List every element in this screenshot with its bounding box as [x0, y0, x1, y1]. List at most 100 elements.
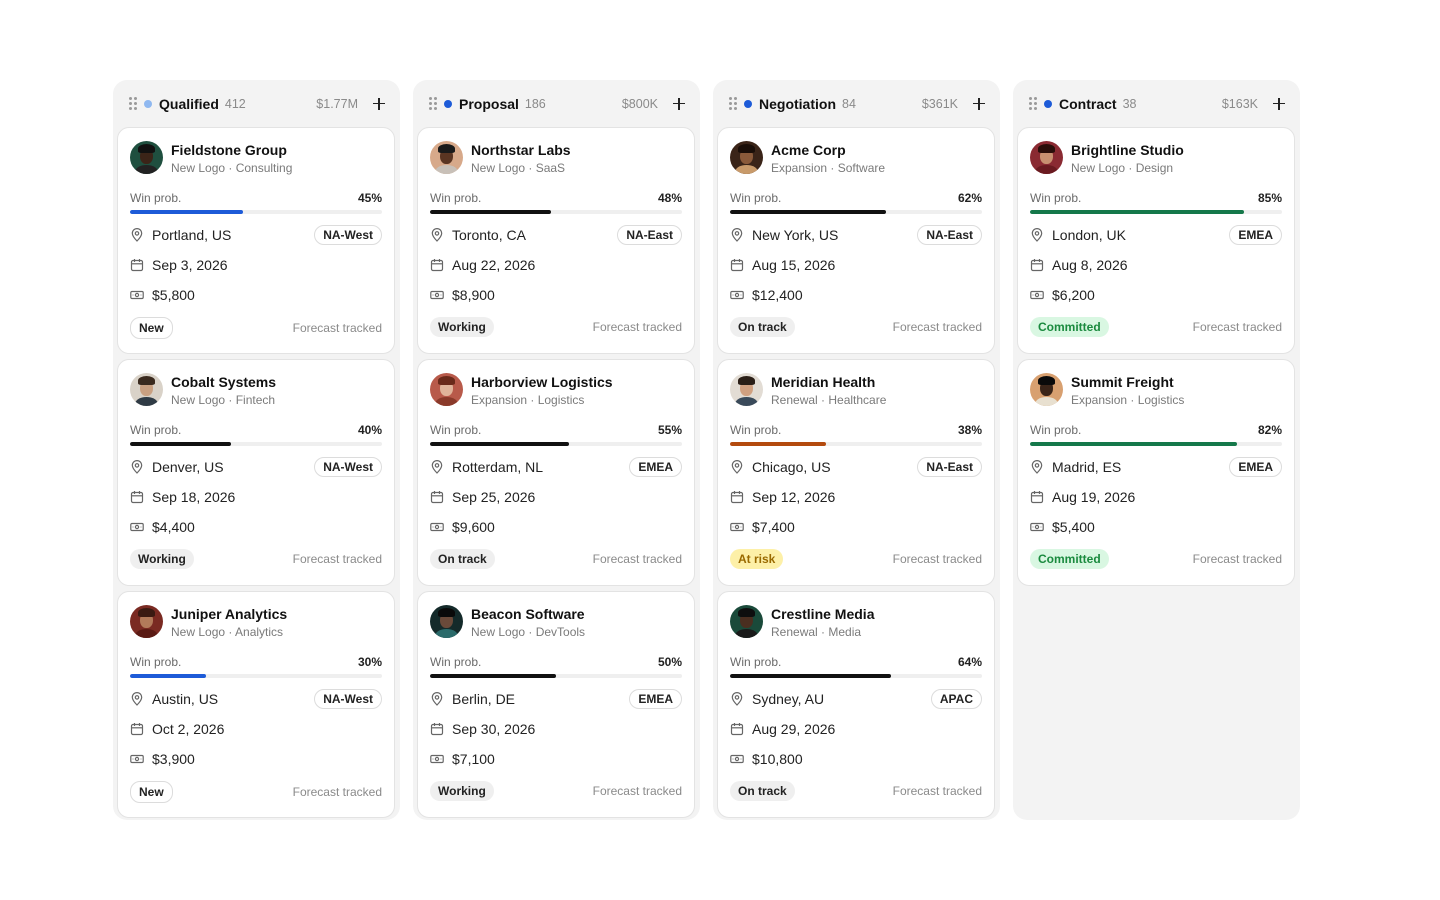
card-footer: Committed Forecast tracked	[1030, 317, 1282, 337]
status-badge: Committed	[1030, 549, 1109, 569]
card-header: Acme Corp Expansion · Software	[730, 141, 982, 186]
column-title: Negotiation	[759, 95, 836, 112]
close-date-text: Sep 18, 2026	[152, 489, 236, 505]
add-deal-button[interactable]	[1272, 97, 1286, 111]
add-deal-button[interactable]	[972, 97, 986, 111]
card-footer: On track Forecast tracked	[730, 781, 982, 801]
deal-card[interactable]: Juniper Analytics New Logo · Analytics W…	[117, 591, 395, 818]
location-row: Rotterdam, NL EMEA	[430, 452, 682, 482]
status-badge: Working	[430, 317, 494, 337]
win-prob-bar	[1030, 210, 1282, 214]
drag-handle-icon[interactable]	[429, 97, 437, 110]
win-prob-row: Win prob. 62%	[730, 190, 982, 206]
company-name: Fieldstone Group	[171, 142, 287, 158]
close-date-text: Aug 29, 2026	[752, 721, 836, 737]
location-row: Berlin, DE EMEA	[430, 684, 682, 714]
column-total: $800K	[621, 96, 658, 111]
close-date-row: Sep 25, 2026	[430, 482, 682, 512]
win-prob-value: 85%	[1257, 191, 1282, 205]
win-prob-fill	[130, 442, 231, 446]
win-prob-row: Win prob. 85%	[1030, 190, 1282, 206]
win-prob-label: Win prob.	[130, 423, 182, 437]
deal-card[interactable]: Cobalt Systems New Logo · Fintech Win pr…	[117, 359, 395, 586]
deal-card[interactable]: Meridian Health Renewal · Healthcare Win…	[717, 359, 995, 586]
pipeline-column: Negotiation 84 $361K Acme Corp Expansion…	[713, 80, 1000, 820]
amount-row: $3,900	[130, 744, 382, 774]
close-date-text: Sep 12, 2026	[752, 489, 836, 505]
card-footer: Committed Forecast tracked	[1030, 549, 1282, 569]
deal-type: New Logo · Fintech	[171, 393, 276, 407]
location-text: Toronto, CA	[452, 227, 526, 243]
add-deal-button[interactable]	[372, 97, 386, 111]
location-text: Rotterdam, NL	[452, 459, 544, 475]
banknote-icon	[730, 752, 744, 766]
win-prob-bar	[1030, 442, 1282, 446]
forecast-label: Forecast tracked	[592, 552, 682, 566]
win-prob-fill	[730, 674, 892, 678]
forecast-label: Forecast tracked	[292, 321, 382, 335]
deal-type: Expansion · Software	[771, 161, 886, 175]
add-deal-button[interactable]	[672, 97, 686, 111]
banknote-icon	[130, 520, 144, 534]
win-prob-row: Win prob. 38%	[730, 422, 982, 438]
forecast-label: Forecast tracked	[892, 320, 982, 334]
location-row: Sydney, AU APAC	[730, 684, 982, 714]
close-date-row: Aug 8, 2026	[1030, 250, 1282, 280]
column-total: $361K	[921, 96, 958, 111]
drag-handle-icon[interactable]	[129, 97, 137, 110]
region-badge: APAC	[930, 689, 982, 709]
win-prob-row: Win prob. 50%	[430, 654, 682, 670]
region-badge: NA-West	[314, 457, 382, 477]
win-prob-fill	[730, 442, 826, 446]
deal-card[interactable]: Acme Corp Expansion · Software Win prob.…	[717, 127, 995, 354]
win-prob-label: Win prob.	[430, 655, 482, 669]
win-prob-value: 40%	[357, 423, 382, 437]
forecast-label: Forecast tracked	[592, 784, 682, 798]
drag-handle-icon[interactable]	[1029, 97, 1037, 110]
pipeline-column: Proposal 186 $800K Northstar Labs New Lo…	[413, 80, 700, 820]
amount-text: $4,400	[152, 519, 195, 535]
deal-card[interactable]: Northstar Labs New Logo · SaaS Win prob.…	[417, 127, 695, 354]
win-prob-label: Win prob.	[1030, 423, 1082, 437]
map-pin-icon	[1030, 460, 1044, 474]
deal-card[interactable]: Beacon Software New Logo · DevTools Win …	[417, 591, 695, 818]
card-header: Brightline Studio New Logo · Design	[1030, 141, 1282, 186]
deal-card[interactable]: Summit Freight Expansion · Logistics Win…	[1017, 359, 1295, 586]
drag-handle-icon[interactable]	[729, 97, 737, 110]
card-footer: Working Forecast tracked	[430, 781, 682, 801]
deal-card[interactable]: Harborview Logistics Expansion · Logisti…	[417, 359, 695, 586]
card-header: Juniper Analytics New Logo · Analytics	[130, 605, 382, 650]
deal-card[interactable]: Fieldstone Group New Logo · Consulting W…	[117, 127, 395, 354]
close-date-row: Sep 12, 2026	[730, 482, 982, 512]
forecast-label: Forecast tracked	[892, 784, 982, 798]
win-prob-value: 38%	[957, 423, 982, 437]
amount-text: $7,400	[752, 519, 795, 535]
win-prob-bar	[730, 210, 982, 214]
deal-type: New Logo · DevTools	[471, 625, 586, 639]
win-prob-label: Win prob.	[130, 191, 182, 205]
amount-text: $3,900	[152, 751, 195, 767]
card-list: Acme Corp Expansion · Software Win prob.…	[717, 127, 996, 818]
card-header: Crestline Media Renewal · Media	[730, 605, 982, 650]
amount-text: $7,100	[452, 751, 495, 767]
amount-row: $9,600	[430, 512, 682, 542]
win-prob-row: Win prob. 82%	[1030, 422, 1282, 438]
win-prob-bar	[430, 442, 682, 446]
avatar	[130, 373, 163, 406]
location-row: Madrid, ES EMEA	[1030, 452, 1282, 482]
column-title: Qualified	[159, 95, 219, 112]
map-pin-icon	[430, 228, 444, 242]
column-count: 186	[524, 96, 546, 111]
avatar	[730, 605, 763, 638]
avatar	[130, 605, 163, 638]
deal-card[interactable]: Crestline Media Renewal · Media Win prob…	[717, 591, 995, 818]
forecast-label: Forecast tracked	[1192, 552, 1282, 566]
card-list: Northstar Labs New Logo · SaaS Win prob.…	[417, 127, 696, 818]
column-header: Qualified 412 $1.77M	[117, 80, 396, 127]
win-prob-value: 64%	[957, 655, 982, 669]
win-prob-label: Win prob.	[430, 423, 482, 437]
banknote-icon	[730, 288, 744, 302]
amount-text: $8,900	[452, 287, 495, 303]
deal-card[interactable]: Brightline Studio New Logo · Design Win …	[1017, 127, 1295, 354]
close-date-text: Oct 2, 2026	[152, 721, 225, 737]
